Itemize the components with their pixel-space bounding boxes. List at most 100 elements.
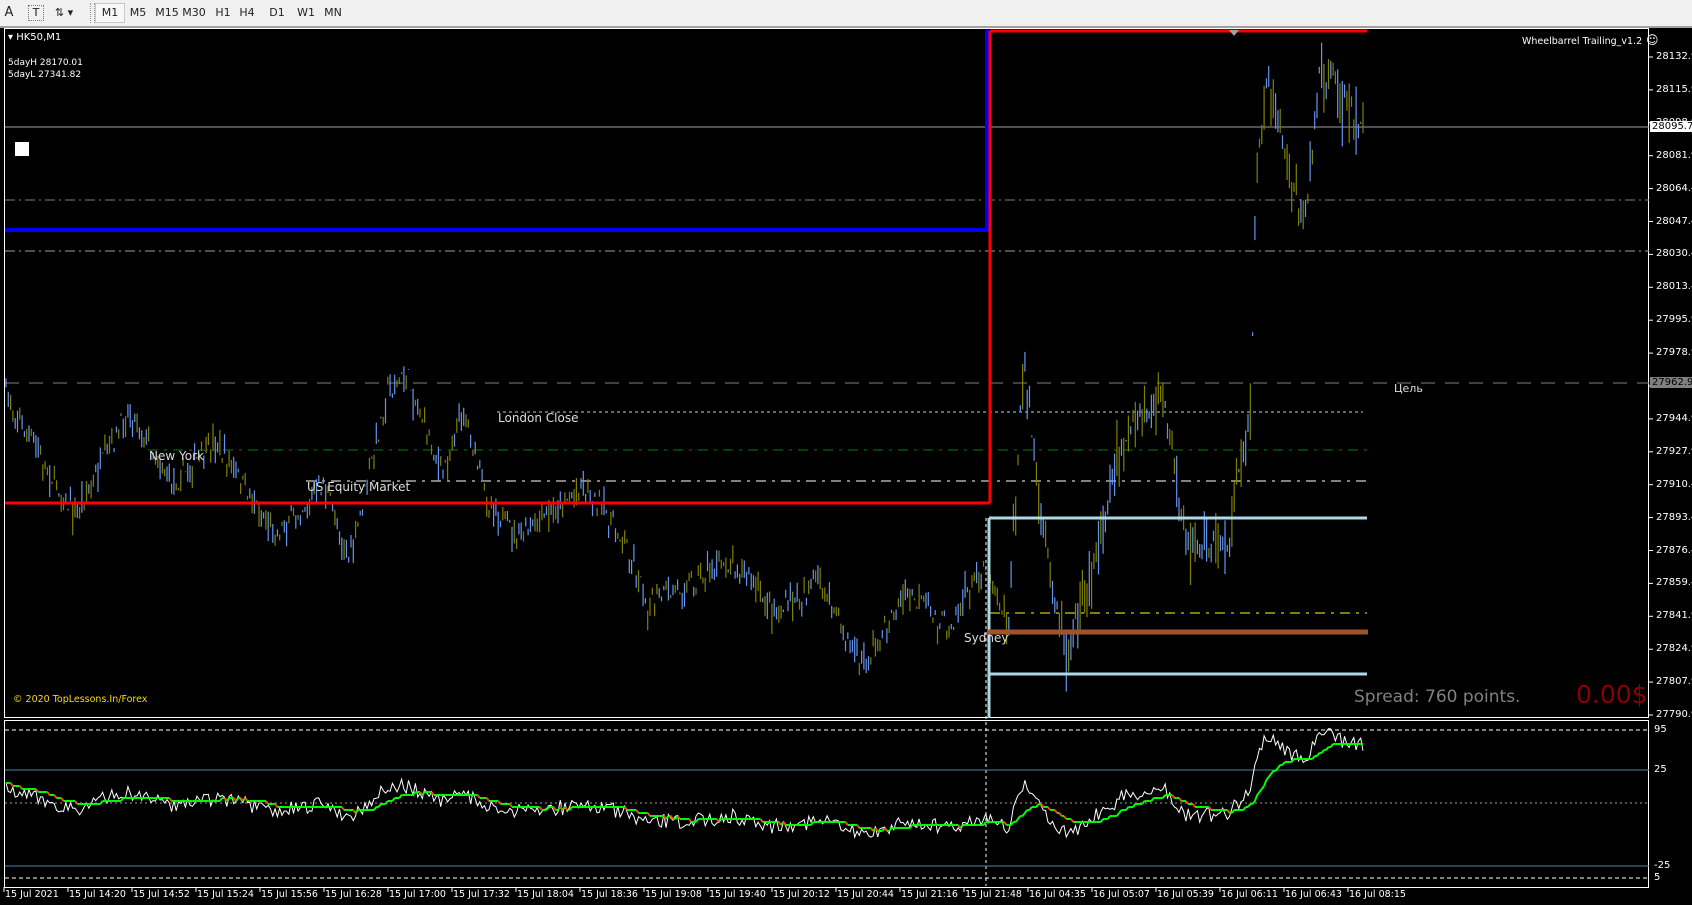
time-tick-label: 15 Jul 20:12 bbox=[773, 889, 830, 900]
signal-line-segment bbox=[1063, 815, 1068, 820]
signal-line-segment bbox=[688, 818, 693, 823]
signal-line-segment bbox=[265, 800, 269, 805]
signal-line-segment bbox=[1256, 791, 1261, 796]
time-tick-label: 15 Jul 2021 bbox=[5, 889, 59, 900]
signal-line-segment bbox=[1192, 803, 1196, 808]
price-tick-label: 28081.90 bbox=[1656, 149, 1692, 161]
signal-line-segment bbox=[1270, 770, 1275, 775]
signal-line-segment bbox=[219, 797, 223, 802]
signal-line-segment bbox=[1014, 818, 1019, 823]
five-day-high: 5dayH 28170.01 bbox=[8, 58, 83, 68]
signal-line-segment bbox=[46, 791, 51, 796]
price-tick-label: 27944.90 bbox=[1656, 412, 1692, 424]
signal-line-segment bbox=[168, 797, 173, 802]
marker-triangle-icon bbox=[1229, 30, 1239, 36]
time-tick-label: 16 Jul 06:43 bbox=[1285, 889, 1342, 900]
signal-line-segment bbox=[1185, 800, 1189, 805]
target-label: Цель bbox=[1394, 382, 1423, 395]
signal-line-segment bbox=[1251, 800, 1256, 805]
time-tick-label: 15 Jul 14:20 bbox=[69, 889, 126, 900]
signal-line-segment bbox=[1003, 821, 1008, 826]
signal-line-segment bbox=[497, 800, 502, 805]
profit-text: 0.00$ bbox=[1576, 680, 1648, 709]
signal-line-segment bbox=[1054, 809, 1058, 814]
collapse-triangle-icon[interactable]: ▾ bbox=[8, 32, 13, 43]
signal-line-segment bbox=[60, 797, 65, 802]
time-tick-label: 16 Jul 05:39 bbox=[1157, 889, 1214, 900]
panel-toggle-button[interactable] bbox=[15, 142, 29, 156]
signal-line-segment bbox=[1132, 803, 1137, 808]
signal-line-segment bbox=[1242, 806, 1247, 811]
signal-line-segment bbox=[538, 806, 543, 811]
signal-line-segment bbox=[1253, 794, 1259, 802]
bid-price-label: 28095.73 bbox=[1650, 121, 1692, 132]
signal-line-segment bbox=[341, 806, 345, 811]
time-tick-label: 15 Jul 19:40 bbox=[709, 889, 766, 900]
signal-line-segment bbox=[856, 824, 861, 829]
signal-line-segment bbox=[74, 800, 79, 805]
signal-line-segment bbox=[354, 809, 359, 814]
price-tick-label: 27824.90 bbox=[1656, 643, 1692, 655]
signal-line-segment bbox=[1118, 809, 1123, 814]
bear-bars bbox=[10, 59, 1364, 676]
signal-line-segment bbox=[1265, 776, 1270, 781]
time-tick-label: 16 Jul 04:35 bbox=[1029, 889, 1086, 900]
signal-line-segment bbox=[1267, 773, 1272, 778]
signal-line-segment bbox=[1035, 803, 1040, 808]
signal-line-segment bbox=[623, 806, 628, 811]
session-label-new-york: New York bbox=[149, 449, 204, 463]
signal-line-segment bbox=[1141, 800, 1146, 805]
signal-line-segment bbox=[398, 794, 403, 799]
session-label-us-equity: US Equity Market bbox=[307, 480, 411, 494]
signal-line-segment bbox=[1263, 779, 1268, 787]
signal-line-segment bbox=[19, 785, 23, 790]
signal-line-segment bbox=[635, 809, 640, 814]
indicator-level-95: 95 bbox=[1654, 724, 1667, 735]
expert-label: Wheelbarrel Trailing_v1.2 ☺ bbox=[1522, 33, 1658, 47]
signal-line-segment bbox=[646, 812, 651, 817]
signal-line-segment bbox=[9, 782, 14, 787]
signal-line-segment bbox=[844, 821, 849, 826]
signal-line-segment bbox=[1150, 797, 1155, 802]
signal-line-segment bbox=[874, 827, 879, 832]
signal-line-segment bbox=[782, 821, 787, 826]
time-tick-label: 16 Jul 08:15 bbox=[1349, 889, 1406, 900]
time-tick-label: 15 Jul 21:48 bbox=[965, 889, 1022, 900]
price-tick-label: 27927.90 bbox=[1656, 445, 1692, 457]
signal-line-segment bbox=[1247, 803, 1252, 808]
signal-line-segment bbox=[1070, 818, 1074, 823]
symbol-text: HK50,M1 bbox=[16, 32, 62, 43]
price-tick-label: 28030.40 bbox=[1656, 248, 1692, 260]
signal-line-segment bbox=[1258, 788, 1263, 793]
price-tick-label: 28132.90 bbox=[1656, 51, 1692, 62]
signal-line-segment bbox=[1277, 764, 1281, 769]
smiley-icon[interactable]: ☺ bbox=[1642, 33, 1659, 47]
price-tick-label: 28013.40 bbox=[1656, 281, 1692, 293]
time-tick-label: 15 Jul 21:16 bbox=[901, 889, 958, 900]
price-tick-label: 27841.90 bbox=[1656, 610, 1692, 622]
time-tick-label: 15 Jul 18:04 bbox=[517, 889, 574, 900]
signal-line-segment bbox=[1010, 821, 1015, 826]
time-tick-label: 15 Jul 20:44 bbox=[837, 889, 894, 900]
signal-line-segment bbox=[1021, 812, 1026, 817]
price-tick-label: 28047.40 bbox=[1656, 215, 1692, 227]
signal-line-segment bbox=[1171, 794, 1176, 799]
signal-line-segment bbox=[1106, 815, 1111, 820]
symbol-label[interactable]: ▾ HK50,M1 bbox=[8, 32, 61, 43]
price-tick-label: 27790.90 bbox=[1656, 709, 1692, 720]
signal-line-segment bbox=[421, 791, 426, 796]
time-tick-label: 15 Jul 18:36 bbox=[581, 889, 638, 900]
time-tick-label: 15 Jul 14:52 bbox=[133, 889, 190, 900]
price-tick-label: 27978.90 bbox=[1656, 347, 1692, 359]
signal-line-segment bbox=[377, 803, 382, 808]
price-tick-label: 27859.40 bbox=[1656, 577, 1692, 589]
signal-line-segment bbox=[1100, 818, 1104, 823]
signal-line-segment bbox=[1231, 809, 1235, 814]
indicator-level-5: 5 bbox=[1654, 872, 1661, 883]
price-tick-label: 27995.90 bbox=[1656, 314, 1692, 326]
signal-line-segment bbox=[1325, 746, 1330, 751]
signal-line-segment bbox=[1261, 785, 1265, 790]
signal-line-segment bbox=[99, 800, 104, 805]
signal-line-segment bbox=[888, 827, 893, 832]
spread-text: Spread: 760 points. bbox=[1354, 687, 1521, 707]
